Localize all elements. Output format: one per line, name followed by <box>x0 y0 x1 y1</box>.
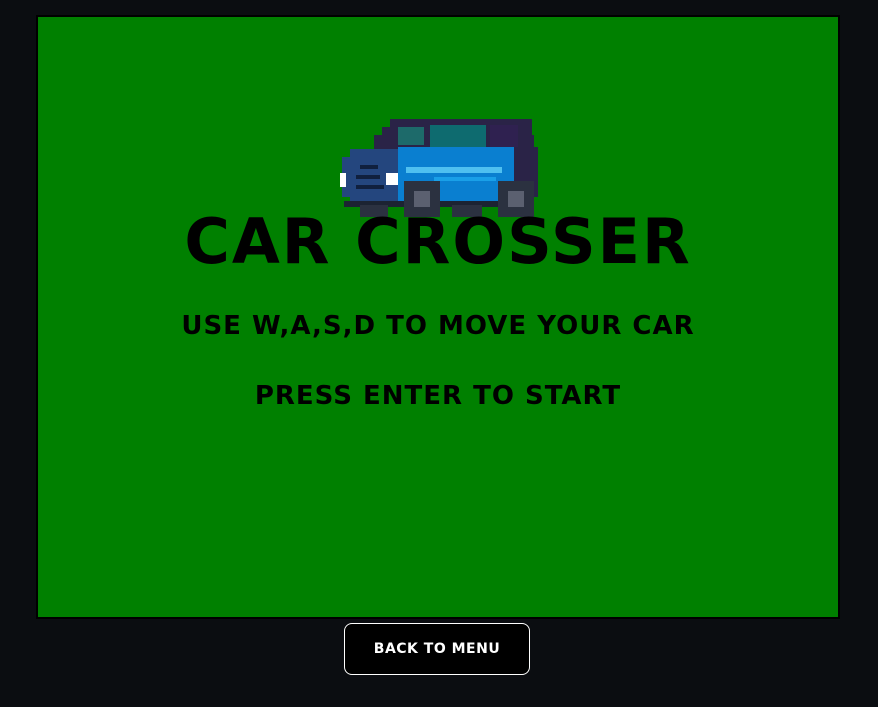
controls-instruction: USE W,A,S,D TO MOVE YOUR CAR <box>181 311 695 341</box>
van-sprite <box>340 119 538 217</box>
game-page: CAR CROSSER USE W,A,S,D TO MOVE YOUR CAR… <box>0 0 878 707</box>
start-instruction: PRESS ENTER TO START <box>254 381 622 411</box>
game-title: CAR CROSSER <box>184 205 692 278</box>
back-to-menu-button[interactable]: BACK TO MENU <box>344 623 530 675</box>
game-canvas[interactable]: CAR CROSSER USE W,A,S,D TO MOVE YOUR CAR… <box>36 15 840 619</box>
